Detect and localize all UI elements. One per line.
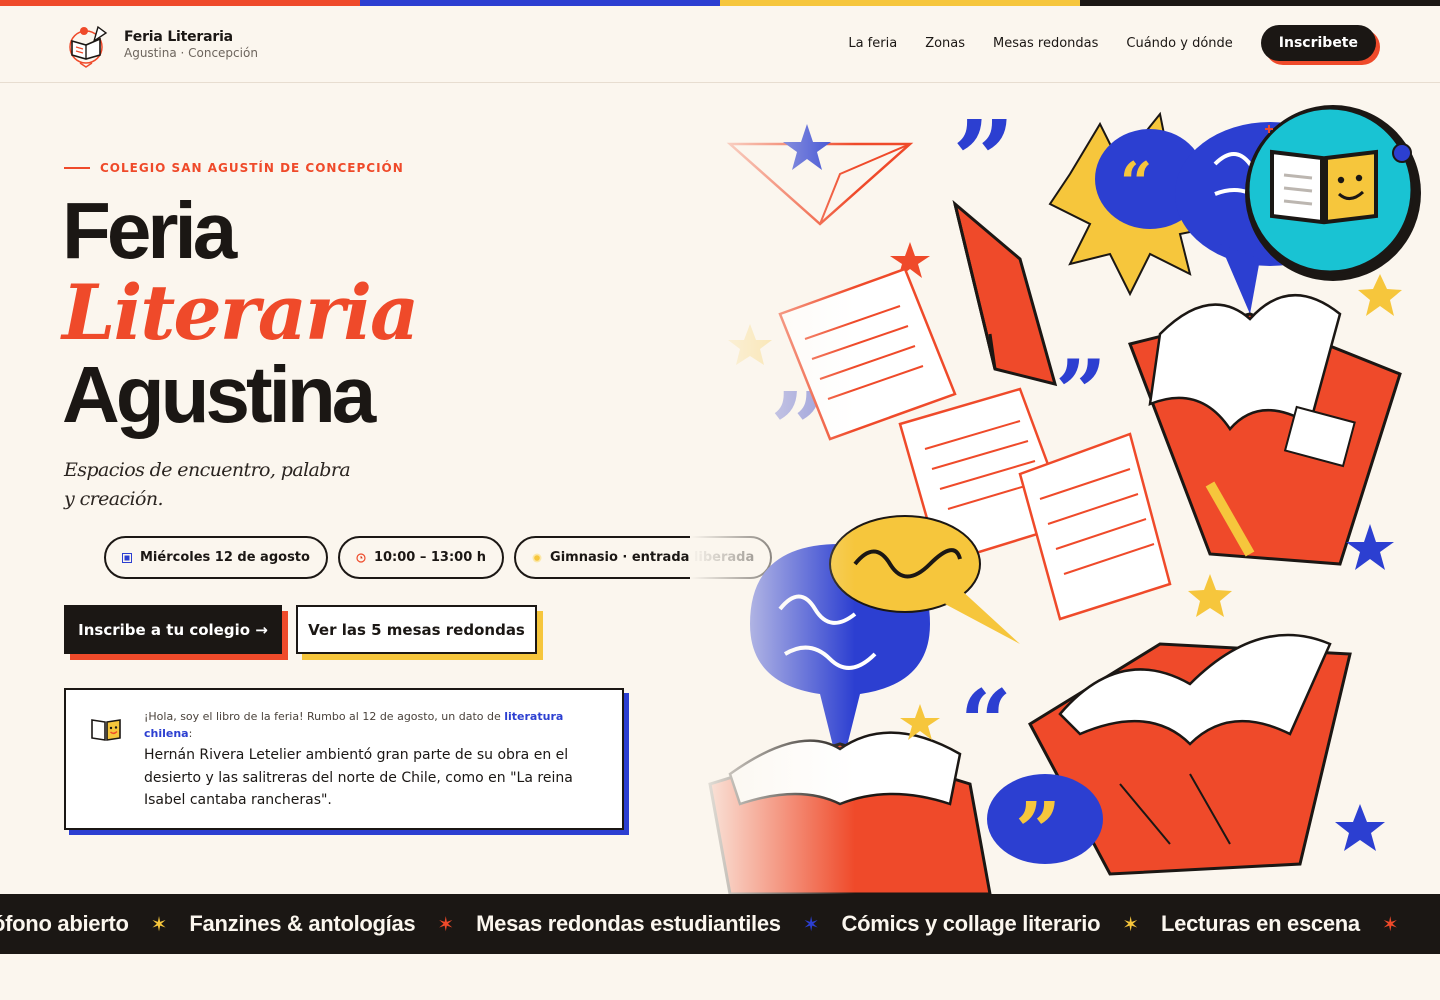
- mascot-fact-card: ¡Hola, soy el libro de la feria! Rumbo a…: [64, 688, 624, 830]
- hero-title: Feria Literaria Agustina: [62, 186, 419, 439]
- ticker-item: Mesas redondas estudiantiles: [476, 911, 781, 936]
- main-nav: La feria Zonas Mesas redondas Cuándo y d…: [848, 25, 1376, 61]
- brand-logo[interactable]: Feria Literaria Agustina · Concepción: [64, 19, 258, 69]
- ticker-item: Cómics y collage literario: [841, 911, 1101, 936]
- nav-link-la-feria[interactable]: La feria: [848, 36, 897, 51]
- clock-icon: [356, 552, 366, 563]
- hero-eyebrow: COLEGIO SAN AGUSTÍN DE CONCEPCIÓN: [64, 161, 404, 175]
- book-mascot-icon: [91, 719, 121, 741]
- star-icon: ✶: [1122, 912, 1140, 936]
- hero-title-line2: Literaria: [62, 268, 419, 357]
- event-info-chips: Miércoles 12 de agosto 10:00 – 13:00 h G…: [104, 536, 773, 579]
- star-icon: ✶: [1381, 912, 1399, 936]
- ticker-track: ófono abierto ✶ Fanzines & antologías ✶ …: [0, 894, 1421, 954]
- location-dot-icon: [532, 553, 542, 562]
- nav-signup-button[interactable]: Inscribete: [1260, 25, 1376, 61]
- date-chip-label: Miércoles 12 de agosto: [140, 550, 310, 565]
- brand-text: Feria Literaria Agustina · Concepción: [124, 29, 258, 60]
- register-school-button[interactable]: Inscribe a tu colegio →: [64, 605, 282, 654]
- eyebrow-line: [64, 167, 90, 169]
- mascot-fact-text: Hernán Rivera Letelier ambientó gran par…: [144, 747, 573, 808]
- brand-title: Feria Literaria: [124, 28, 233, 45]
- book-logo-icon: [69, 25, 108, 68]
- ticker-item: ófono abierto: [0, 911, 129, 936]
- nav-link-zonas[interactable]: Zonas: [925, 36, 965, 51]
- mascot-badge-icon[interactable]: [1240, 100, 1426, 286]
- mascot-intro-colon: :: [188, 727, 193, 740]
- mascot-intro-text: ¡Hola, soy el libro de la feria! Rumbo a…: [144, 710, 505, 723]
- hero-title-line3: Agustina: [62, 350, 376, 439]
- view-roundtables-button[interactable]: Ver las 5 mesas redondas: [296, 605, 537, 654]
- activities-ticker: ófono abierto ✶ Fanzines & antologías ✶ …: [0, 894, 1440, 954]
- ticker-item: Fanzines & antologías: [189, 911, 416, 936]
- site-header: Feria Literaria Agustina · Concepción La…: [0, 6, 1440, 83]
- hero-title-line1: Feria: [62, 186, 237, 275]
- star-icon: ✶: [802, 912, 820, 936]
- star-icon: ✶: [150, 912, 168, 936]
- calendar-icon: [122, 552, 132, 563]
- time-chip: 10:00 – 13:00 h: [337, 536, 505, 579]
- eyebrow-text: COLEGIO SAN AGUSTÍN DE CONCEPCIÓN: [100, 161, 404, 175]
- brand-subtitle: Agustina · Concepción: [124, 45, 258, 60]
- hero-subtitle: Espacios de encuentro, palabra y creació…: [64, 459, 351, 510]
- nav-link-cuando-y-donde[interactable]: Cuándo y dónde: [1126, 36, 1232, 51]
- nav-link-mesas-redondas[interactable]: Mesas redondas: [993, 36, 1098, 51]
- date-chip: Miércoles 12 de agosto: [104, 536, 328, 579]
- ticker-item: Lecturas en escena: [1161, 911, 1360, 936]
- time-chip-label: 10:00 – 13:00 h: [373, 550, 487, 565]
- star-icon: ✶: [437, 912, 455, 936]
- mascot-intro: ¡Hola, soy el libro de la feria! Rumbo a…: [144, 708, 604, 742]
